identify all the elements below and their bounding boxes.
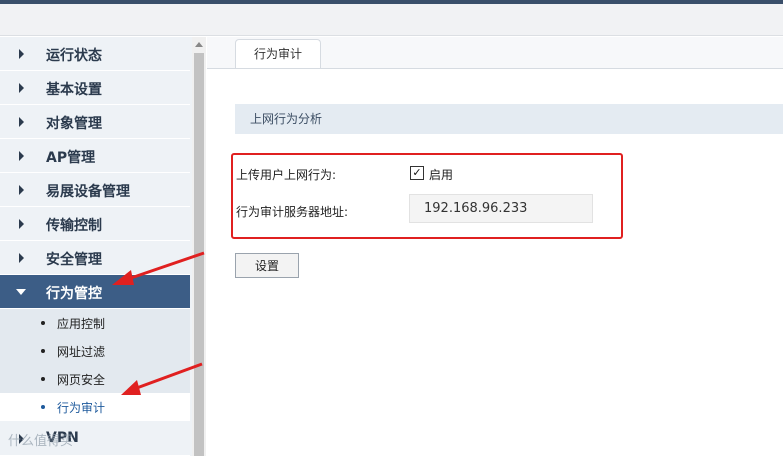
highlight-box — [231, 153, 623, 239]
sidebar-subitem-label: 网址过滤 — [57, 345, 106, 359]
tab-divider — [207, 68, 783, 69]
chevron-down-icon — [16, 289, 26, 295]
section-header: 上网行为分析 — [235, 104, 783, 134]
sidebar-item-transmission-control[interactable]: 传输控制 — [0, 207, 190, 241]
watermark: 什么值得买 — [8, 434, 74, 449]
chevron-right-icon — [19, 219, 24, 229]
sidebar-subitem-label: 行为审计 — [57, 401, 106, 415]
bullet-icon — [41, 405, 45, 409]
bullet-icon — [41, 349, 45, 353]
chevron-right-icon — [19, 117, 24, 127]
sidebar-item-label: 易展设备管理 — [46, 184, 130, 200]
sidebar-subitem-behavior-audit[interactable]: 行为审计 — [0, 393, 190, 422]
section-title: 上网行为分析 — [250, 112, 323, 126]
chevron-right-icon — [19, 185, 24, 195]
sidebar-subitem-label: 应用控制 — [57, 317, 106, 331]
sidebar-subitem-label: 网页安全 — [57, 373, 106, 387]
sidebar-item-ap-management[interactable]: AP管理 — [0, 139, 190, 173]
sidebar-item-label: 传输控制 — [46, 218, 102, 234]
tab-behavior-audit[interactable]: 行为审计 — [235, 39, 321, 69]
sidebar-scrollbar[interactable] — [192, 37, 206, 456]
sidebar-item-object-management[interactable]: 对象管理 — [0, 105, 190, 139]
sidebar-item-label: 行为管控 — [46, 286, 102, 302]
sidebar-subitem-web-security[interactable]: 网页安全 — [0, 365, 190, 394]
sidebar-item-label: 基本设置 — [46, 82, 102, 98]
chevron-right-icon — [19, 83, 24, 93]
set-button[interactable]: 设置 — [235, 253, 299, 278]
sidebar-item-label: 安全管理 — [46, 252, 102, 268]
sidebar-item-run-status[interactable]: 运行状态 — [0, 37, 190, 71]
chevron-right-icon — [19, 49, 24, 59]
sidebar-item-behavior-control[interactable]: 行为管控 — [0, 275, 190, 309]
sidebar-item-label: 对象管理 — [46, 116, 102, 132]
sidebar-item-label: AP管理 — [46, 150, 96, 166]
header-bar — [0, 4, 783, 36]
sidebar-item-security-management[interactable]: 安全管理 — [0, 241, 190, 275]
sidebar-item-label: 运行状态 — [46, 48, 102, 64]
chevron-right-icon — [19, 253, 24, 263]
sidebar: 运行状态 基本设置 对象管理 AP管理 易展设备管理 传输控制 安全管理 行为管… — [0, 37, 192, 456]
scrollbar-thumb[interactable] — [194, 53, 204, 456]
sidebar-subitem-url-filter[interactable]: 网址过滤 — [0, 337, 190, 366]
bullet-icon — [41, 321, 45, 325]
bullet-icon — [41, 377, 45, 381]
sidebar-item-extender-management[interactable]: 易展设备管理 — [0, 173, 190, 207]
scroll-up-icon[interactable] — [195, 42, 203, 47]
sidebar-subitem-app-control[interactable]: 应用控制 — [0, 309, 190, 338]
chevron-right-icon — [19, 151, 24, 161]
sidebar-item-basic-settings[interactable]: 基本设置 — [0, 71, 190, 105]
